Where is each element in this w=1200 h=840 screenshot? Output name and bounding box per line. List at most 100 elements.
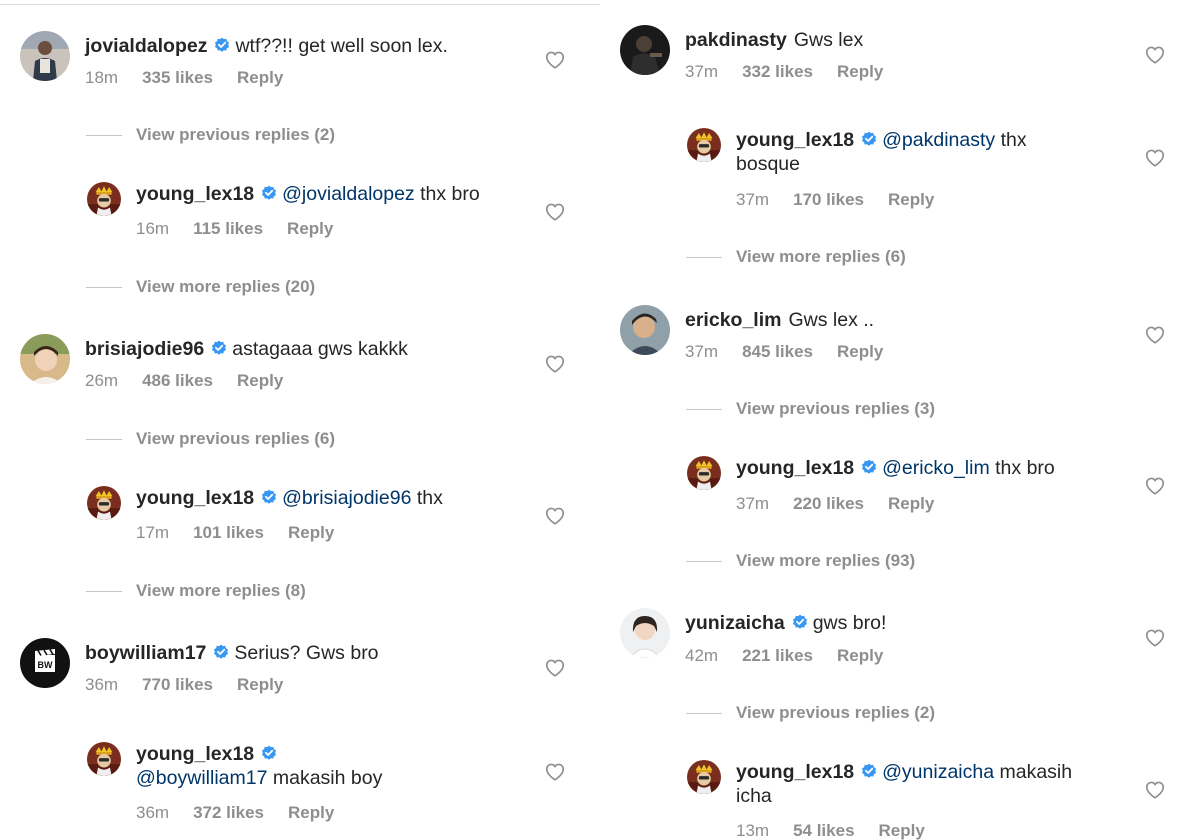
username[interactable]: pakdinasty (685, 29, 787, 51)
like-heart-icon[interactable] (1144, 475, 1166, 497)
username[interactable]: young_lex18 (736, 761, 854, 783)
likes-count[interactable]: 372 likes (193, 803, 264, 823)
like-heart-icon[interactable] (1144, 44, 1166, 66)
username[interactable]: young_lex18 (136, 487, 254, 509)
username[interactable]: jovialdalopez (85, 35, 207, 57)
like-heart-icon[interactable] (1144, 324, 1166, 346)
reply-button[interactable]: Reply (888, 494, 934, 514)
reply-button[interactable]: Reply (837, 646, 883, 666)
avatar[interactable] (687, 128, 721, 162)
likes-count[interactable]: 770 likes (142, 675, 213, 695)
like-heart-icon[interactable] (544, 505, 566, 527)
reply-button[interactable]: Reply (237, 675, 283, 695)
user-avatar-icon (620, 305, 670, 355)
likes-count[interactable]: 332 likes (742, 62, 813, 82)
avatar[interactable] (620, 25, 670, 75)
reply-button[interactable]: Reply (837, 62, 883, 82)
reply-button[interactable]: Reply (879, 821, 925, 840)
verified-badge-icon (861, 763, 877, 779)
likes-count[interactable]: 845 likes (742, 342, 813, 362)
view-more-replies-button[interactable]: View more replies (6) (686, 246, 1086, 268)
like-heart-icon[interactable] (544, 201, 566, 223)
comment-text: yunizaicha gws bro! (685, 611, 1130, 635)
reply-button[interactable]: Reply (288, 523, 334, 543)
view-more-replies-button[interactable]: View more replies (93) (686, 550, 1086, 572)
avatar[interactable] (687, 760, 721, 794)
comment-text: brisiajodie96 astagaaa gws kakkk (85, 337, 530, 361)
username[interactable]: yunizaicha (685, 612, 785, 634)
young-lex-avatar-icon (687, 128, 721, 162)
divider-line (686, 257, 722, 258)
mention-link[interactable]: @boywilliam17 (136, 767, 267, 789)
username[interactable]: young_lex18 (736, 129, 854, 151)
view-replies-label: View more replies (6) (736, 247, 906, 266)
comment-text: pakdinasty Gws lex (685, 28, 1130, 52)
avatar[interactable] (20, 31, 70, 81)
view-more-replies-button[interactable]: View more replies (8) (86, 580, 486, 602)
likes-count[interactable]: 335 likes (142, 68, 213, 88)
reply-button[interactable]: Reply (237, 68, 283, 88)
username[interactable]: young_lex18 (736, 457, 854, 479)
likes-count[interactable]: 220 likes (793, 494, 864, 514)
view-more-replies-button[interactable]: View more replies (20) (86, 276, 486, 298)
timestamp: 36m (136, 803, 170, 822)
like-heart-icon[interactable] (544, 49, 566, 71)
likes-count[interactable]: 221 likes (742, 646, 813, 666)
reply-button[interactable]: Reply (237, 371, 283, 391)
verified-badge-icon (211, 340, 227, 356)
likes-count[interactable]: 170 likes (793, 190, 864, 210)
comment-body: thx bro (414, 183, 480, 205)
timestamp: 37m (736, 190, 770, 209)
reply-button[interactable]: Reply (287, 219, 333, 239)
mention-link[interactable]: @yunizaicha (882, 761, 994, 783)
reply-button[interactable]: Reply (888, 190, 934, 210)
username[interactable]: brisiajodie96 (85, 338, 204, 360)
view-replies-label: View previous replies (6) (136, 429, 336, 448)
divider-line (86, 287, 122, 288)
like-heart-icon[interactable] (1144, 779, 1166, 801)
like-heart-icon[interactable] (1144, 147, 1166, 169)
mention-link[interactable]: @ericko_lim (882, 457, 990, 479)
timestamp: 37m (685, 62, 719, 81)
comment-text: ericko_lim Gws lex .. (685, 308, 1130, 332)
reply-button[interactable]: Reply (837, 342, 883, 362)
comment-meta: 37m 170 likes Reply (736, 190, 958, 210)
username[interactable]: young_lex18 (136, 183, 254, 205)
avatar[interactable] (87, 486, 121, 520)
username[interactable]: boywilliam17 (85, 642, 206, 664)
comment-text: boywilliam17 Serius? Gws bro (85, 641, 530, 665)
likes-count[interactable]: 115 likes (193, 219, 263, 239)
view-previous-replies-button[interactable]: View previous replies (6) (86, 428, 486, 450)
mention-link[interactable]: @jovialdalopez (282, 183, 415, 205)
likes-count[interactable]: 54 likes (793, 821, 854, 840)
timestamp: 37m (736, 494, 770, 513)
avatar[interactable] (687, 456, 721, 490)
view-previous-replies-button[interactable]: View previous replies (3) (686, 398, 1086, 420)
username[interactable]: young_lex18 (136, 743, 254, 765)
comment-body: thx bro (989, 457, 1055, 479)
avatar[interactable] (87, 182, 121, 216)
mention-link[interactable]: @pakdinasty (882, 129, 995, 151)
like-heart-icon[interactable] (544, 657, 566, 679)
likes-count[interactable]: 486 likes (142, 371, 213, 391)
view-previous-replies-button[interactable]: View previous replies (2) (686, 702, 1086, 724)
mention-link[interactable]: @brisiajodie96 (282, 487, 411, 509)
like-heart-icon[interactable] (544, 353, 566, 375)
view-previous-replies-button[interactable]: View previous replies (2) (86, 124, 486, 146)
avatar[interactable] (20, 334, 70, 384)
like-heart-icon[interactable] (544, 761, 566, 783)
young-lex-avatar-icon (687, 456, 721, 490)
timestamp: 42m (685, 646, 719, 665)
avatar[interactable] (620, 305, 670, 355)
avatar[interactable]: BW (20, 638, 70, 688)
likes-count[interactable]: 101 likes (193, 523, 264, 543)
username[interactable]: ericko_lim (685, 309, 781, 331)
divider-line (86, 591, 122, 592)
verified-badge-icon (261, 489, 277, 505)
avatar[interactable] (87, 742, 121, 776)
comment-meta: 16m 115 likes Reply (136, 219, 357, 239)
reply-button[interactable]: Reply (288, 803, 334, 823)
comment-meta: 36m 770 likes Reply (85, 675, 307, 695)
like-heart-icon[interactable] (1144, 627, 1166, 649)
avatar[interactable] (620, 608, 670, 658)
